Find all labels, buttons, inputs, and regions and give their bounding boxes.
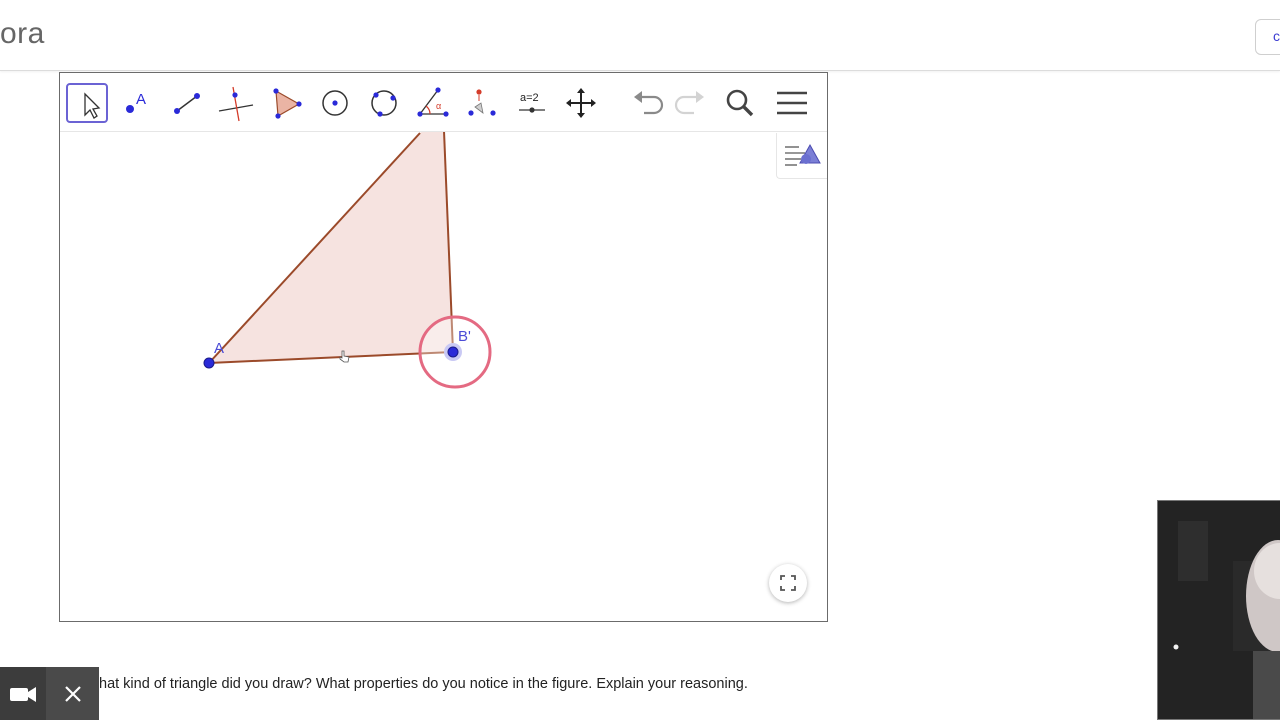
reflect-tool[interactable] — [461, 83, 503, 123]
point-b-label: B' — [458, 328, 471, 345]
reflect-point-icon — [468, 89, 496, 116]
point-a-label: A — [214, 340, 224, 357]
style-bar-icon — [785, 143, 821, 166]
camera-toggle-button[interactable] — [0, 667, 46, 720]
redo-button[interactable] — [668, 83, 710, 123]
polygon-tool[interactable] — [265, 83, 307, 123]
top-right-button-label: c — [1273, 28, 1280, 44]
search-button[interactable] — [719, 83, 761, 123]
webcam-person-image — [1158, 501, 1280, 719]
fullscreen-button[interactable] — [769, 564, 807, 602]
hamburger-menu-icon — [777, 91, 807, 115]
perpendicular-line-icon — [218, 86, 254, 122]
point-tool[interactable]: A — [116, 83, 158, 123]
move-graphics-tool[interactable] — [560, 83, 602, 123]
angle-tool[interactable]: α — [412, 83, 454, 123]
circle-tool[interactable] — [314, 83, 356, 123]
graphics-view[interactable]: A B' — [60, 73, 827, 621]
svg-text:A: A — [136, 91, 146, 108]
triangle-fill — [209, 113, 453, 363]
point-icon: A — [126, 91, 146, 113]
polygon-icon — [273, 88, 302, 119]
fullscreen-icon — [780, 575, 796, 591]
angle-icon: α — [417, 87, 449, 117]
top-bar: ora c — [0, 0, 1280, 71]
top-right-button[interactable]: c — [1255, 19, 1280, 55]
question-prompt: hat kind of triangle did you draw? What … — [99, 676, 748, 692]
search-icon — [726, 89, 754, 117]
arrow-pointer-icon — [84, 92, 101, 119]
brand-logo-text: ora — [0, 17, 45, 50]
point-b — [447, 346, 459, 358]
circle-three-points-tool[interactable] — [363, 83, 405, 123]
perpendicular-line-tool[interactable] — [215, 83, 257, 123]
webcam-feed — [1157, 500, 1280, 720]
undo-button[interactable] — [628, 83, 670, 123]
point-a — [203, 357, 215, 369]
close-icon — [65, 686, 81, 702]
circle-center-point-icon — [322, 90, 348, 116]
slider-icon-label: a=2 — [520, 92, 539, 104]
undo-icon — [634, 91, 664, 115]
geometry-applet: A B' A α a=2 — [59, 72, 828, 622]
segment-tool[interactable] — [166, 83, 208, 123]
main-menu-button[interactable] — [771, 83, 813, 123]
toolbar: A α a=2 — [60, 73, 827, 132]
segment-icon — [174, 93, 200, 114]
style-bar-toggle[interactable] — [776, 133, 827, 179]
circle-three-points-icon — [371, 90, 397, 117]
redo-icon — [674, 91, 704, 115]
svg-text:α: α — [436, 101, 441, 111]
move-tool[interactable] — [66, 83, 108, 123]
video-camera-icon — [10, 687, 36, 702]
slider-tool[interactable]: a=2 — [511, 83, 553, 123]
move-arrows-icon — [566, 88, 596, 118]
close-video-button[interactable] — [47, 667, 99, 720]
slider-icon: a=2 — [519, 92, 545, 113]
video-controls — [0, 667, 99, 720]
